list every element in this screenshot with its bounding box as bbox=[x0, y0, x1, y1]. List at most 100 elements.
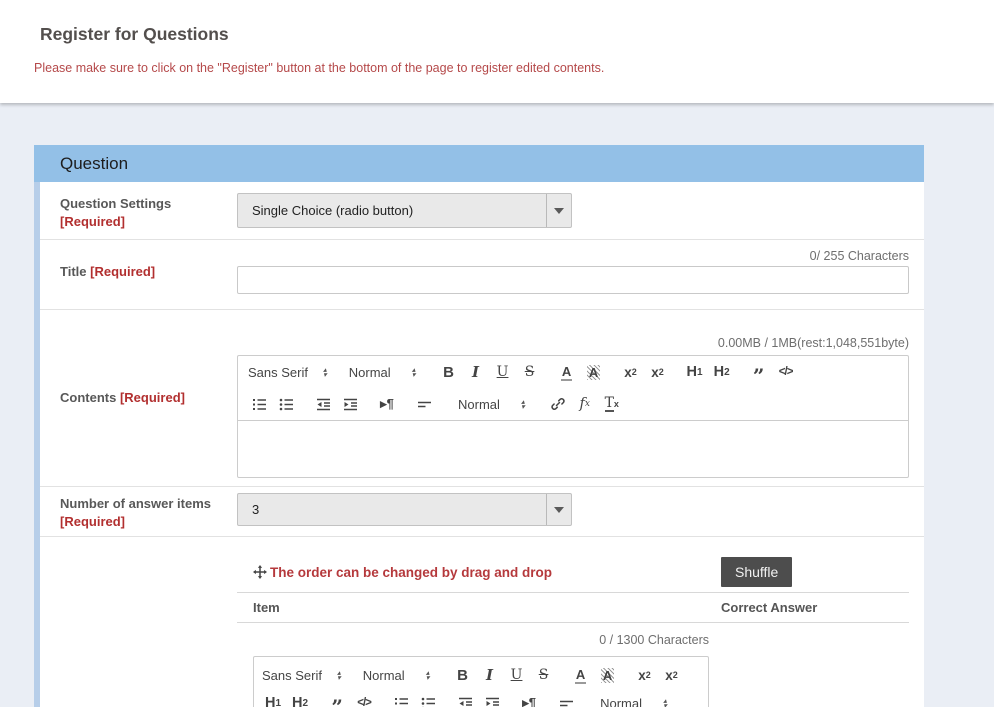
register-notice: Please make sure to click on the "Regist… bbox=[34, 61, 994, 75]
num-items-label: Number of answer items [Required] bbox=[40, 487, 237, 536]
required-tag: [Required] bbox=[60, 514, 125, 529]
move-icon[interactable] bbox=[253, 565, 267, 579]
align-icon bbox=[559, 696, 574, 707]
bullet-list-button[interactable] bbox=[275, 392, 297, 416]
shuffle-button[interactable]: Shuffle bbox=[721, 557, 792, 587]
bullet-list-button[interactable] bbox=[417, 691, 439, 707]
line-height-select[interactable]: Normal ▴▾ bbox=[600, 696, 667, 707]
required-tag: [Required] bbox=[90, 264, 155, 279]
header2-button[interactable]: H2 bbox=[711, 360, 733, 384]
contents-row: Contents [Required] 0.00MB / 1MB(rest:1,… bbox=[40, 310, 924, 487]
align-button[interactable] bbox=[413, 392, 435, 416]
text-direction-button[interactable]: ▸¶ bbox=[376, 392, 398, 416]
size-select[interactable]: Normal ▴▾ bbox=[349, 365, 416, 380]
contents-editor-textarea[interactable] bbox=[238, 421, 908, 477]
line-height-select-value: Normal bbox=[458, 397, 508, 412]
subscript-button[interactable]: x2 bbox=[620, 360, 642, 384]
header1-button[interactable]: H1 bbox=[684, 360, 706, 384]
bold-button[interactable]: B bbox=[438, 360, 460, 384]
num-items-row: Number of answer items [Required] 3 bbox=[40, 487, 924, 537]
bold-button[interactable]: B bbox=[452, 663, 474, 687]
question-settings-select[interactable]: Single Choice (radio button) bbox=[237, 193, 572, 228]
link-button[interactable] bbox=[547, 392, 569, 416]
divider bbox=[237, 622, 909, 623]
bullet-list-icon bbox=[279, 397, 294, 412]
indent-button[interactable] bbox=[339, 392, 361, 416]
select-arrow-button[interactable] bbox=[546, 194, 571, 227]
ordered-list-button[interactable] bbox=[248, 392, 270, 416]
text-color-button[interactable]: A bbox=[570, 663, 592, 687]
item-editor: Sans Serif ▴▾ Normal ▴▾ B I U S A bbox=[253, 656, 709, 707]
highlight-color-button[interactable]: A bbox=[583, 360, 605, 384]
underline-button[interactable]: U bbox=[506, 663, 528, 687]
ordered-list-icon bbox=[394, 696, 409, 707]
question-card: Question Question Settings [Required] Si… bbox=[34, 145, 924, 707]
text-color-button[interactable]: A bbox=[556, 360, 578, 384]
blockquote-button[interactable]: ” bbox=[748, 360, 770, 384]
question-settings-label: Question Settings [Required] bbox=[40, 182, 237, 239]
page-title: Register for Questions bbox=[0, 0, 994, 45]
title-row: Title [Required] 0/ 255 Characters bbox=[40, 240, 924, 310]
font-select[interactable]: Sans Serif ▴▾ bbox=[262, 668, 341, 683]
align-button[interactable] bbox=[555, 691, 577, 707]
formula-button[interactable]: fx bbox=[574, 392, 596, 416]
correct-answer-column-header: Correct Answer bbox=[721, 600, 909, 615]
bullet-list-icon bbox=[421, 696, 436, 707]
indent-button[interactable] bbox=[481, 691, 503, 707]
align-icon bbox=[417, 397, 432, 412]
title-label: Title [Required] bbox=[40, 240, 237, 309]
contents-size-counter: 0.00MB / 1MB(rest:1,048,551byte) bbox=[237, 335, 909, 351]
answer-table-header: Item Correct Answer bbox=[237, 593, 909, 622]
title-char-counter: 0/ 255 Characters bbox=[237, 248, 909, 264]
answer-items-row: The order can be changed by drag and dro… bbox=[40, 537, 924, 707]
code-block-button[interactable]: </> bbox=[353, 691, 375, 707]
highlight-color-button[interactable]: A bbox=[597, 663, 619, 687]
size-select-value: Normal bbox=[363, 668, 413, 683]
toolbar-row-2: ▸¶ Normal ▴▾ bbox=[238, 388, 908, 420]
answer-order-row: The order can be changed by drag and dro… bbox=[237, 557, 909, 587]
strikethrough-button[interactable]: S bbox=[533, 663, 555, 687]
chevron-down-icon bbox=[554, 208, 564, 214]
contents-label: Contents [Required] bbox=[40, 389, 237, 407]
italic-button[interactable]: I bbox=[465, 360, 487, 384]
superscript-button[interactable]: x2 bbox=[647, 360, 669, 384]
blockquote-button[interactable]: ” bbox=[326, 691, 348, 707]
question-section-header: Question bbox=[34, 145, 924, 182]
item-char-counter: 0 / 1300 Characters bbox=[237, 632, 709, 648]
indent-icon bbox=[343, 397, 358, 412]
question-section-title: Question bbox=[60, 154, 128, 174]
outdent-icon bbox=[316, 397, 331, 412]
select-arrow-button[interactable] bbox=[546, 494, 571, 525]
question-settings-select-value: Single Choice (radio button) bbox=[238, 194, 546, 227]
size-select[interactable]: Normal ▴▾ bbox=[363, 668, 430, 683]
title-input[interactable] bbox=[237, 266, 909, 294]
font-select[interactable]: Sans Serif ▴▾ bbox=[248, 365, 327, 380]
strikethrough-button[interactable]: S bbox=[519, 360, 541, 384]
header2-button[interactable]: H2 bbox=[289, 691, 311, 707]
updown-icon: ▴▾ bbox=[412, 367, 416, 378]
chevron-down-icon bbox=[554, 507, 564, 513]
header1-button[interactable]: H1 bbox=[262, 691, 284, 707]
code-block-button[interactable]: </> bbox=[775, 360, 797, 384]
link-icon bbox=[550, 396, 566, 412]
outdent-button[interactable] bbox=[312, 392, 334, 416]
updown-icon: ▴▾ bbox=[337, 670, 341, 681]
line-height-select[interactable]: Normal ▴▾ bbox=[458, 397, 525, 412]
subscript-button[interactable]: x2 bbox=[634, 663, 656, 687]
num-items-select[interactable]: 3 bbox=[237, 493, 572, 526]
line-height-select-value: Normal bbox=[600, 696, 650, 707]
superscript-button[interactable]: x2 bbox=[661, 663, 683, 687]
size-select-value: Normal bbox=[349, 365, 399, 380]
updown-icon: ▴▾ bbox=[426, 670, 430, 681]
updown-icon: ▴▾ bbox=[323, 367, 327, 378]
text-direction-button[interactable]: ▸¶ bbox=[518, 691, 540, 707]
outdent-icon bbox=[458, 696, 473, 707]
contents-editor: Sans Serif ▴▾ Normal ▴▾ B I U S bbox=[237, 355, 909, 478]
required-tag: [Required] bbox=[120, 390, 185, 405]
clear-formatting-button[interactable]: Tx bbox=[601, 392, 623, 416]
underline-button[interactable]: U bbox=[492, 360, 514, 384]
toolbar-row-1: Sans Serif ▴▾ Normal ▴▾ B I U S bbox=[238, 356, 908, 388]
italic-button[interactable]: I bbox=[479, 663, 501, 687]
ordered-list-button[interactable] bbox=[390, 691, 412, 707]
outdent-button[interactable] bbox=[454, 691, 476, 707]
